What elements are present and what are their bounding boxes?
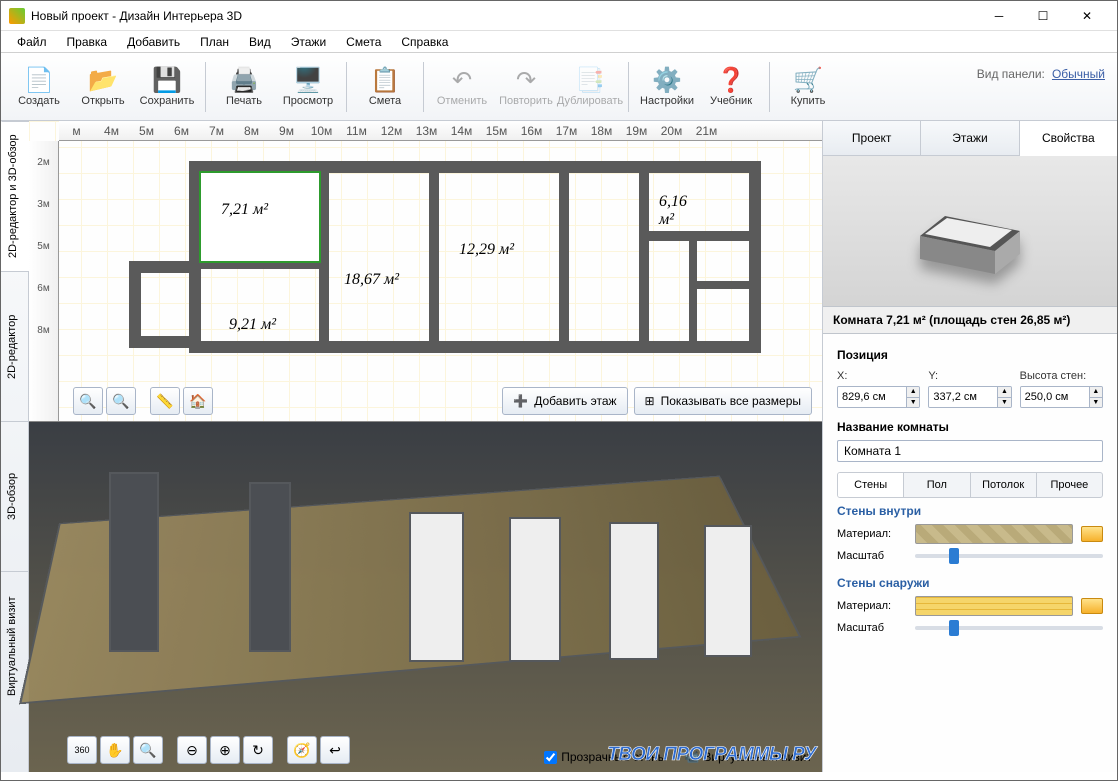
walls-inside-heading: Стены внутри bbox=[837, 504, 1103, 518]
position-heading: Позиция bbox=[837, 348, 1103, 362]
walls-outside-heading: Стены снаружи bbox=[837, 576, 1103, 590]
subtab-Пол[interactable]: Пол bbox=[904, 473, 970, 497]
room-area-1: 7,21 м² bbox=[221, 201, 268, 219]
panel-mode-link[interactable]: Обычный bbox=[1052, 67, 1105, 81]
measure-button[interactable]: 📏 bbox=[150, 387, 180, 415]
menu-Справка[interactable]: Справка bbox=[391, 33, 458, 51]
transparent-walls-checkbox[interactable]: Прозрачные стены bbox=[544, 750, 666, 764]
floorplan[interactable]: 7,21 м² 6,16 м² 12,29 м² 18,67 м² 9,21 м… bbox=[129, 161, 669, 396]
zoom-3d-button[interactable]: 🔍 bbox=[133, 736, 163, 764]
toolbar-Сохранить[interactable]: 💾Сохранить bbox=[135, 57, 199, 117]
ruler-horizontal: м4м5м6м7м8м9м10м11м12м13м14м15м16м17м18м… bbox=[59, 121, 822, 141]
center-area: м4м5м6м7м8м9м10м11м12м13м14м15м16м17м18м… bbox=[29, 121, 822, 772]
scale-outside-slider[interactable] bbox=[915, 626, 1103, 630]
toolbar-Купить[interactable]: 🛒Купить bbox=[776, 57, 840, 117]
room-area-4: 18,67 м² bbox=[344, 271, 399, 289]
dimensions-icon: ⊞ bbox=[645, 394, 655, 408]
zoom-in-3d-button[interactable]: ⊕ bbox=[210, 736, 240, 764]
home-button[interactable]: 🏠 bbox=[183, 387, 213, 415]
toolbar-Настройки[interactable]: ⚙️Настройки bbox=[635, 57, 699, 117]
toolbar-Просмотр[interactable]: 🖥️Просмотр bbox=[276, 57, 340, 117]
menu-Правка[interactable]: Правка bbox=[57, 33, 118, 51]
camera-icon: 📹 bbox=[684, 750, 699, 764]
toolbar-Повторить[interactable]: ↷Повторить bbox=[494, 57, 558, 117]
zoom-out-button[interactable]: 🔍 bbox=[73, 387, 103, 415]
plan-view-2d[interactable]: м4м5м6м7м8м9м10м11м12м13м14м15м16м17м18м… bbox=[29, 121, 822, 421]
menu-Этажи[interactable]: Этажи bbox=[281, 33, 336, 51]
show-dimensions-button[interactable]: ⊞ Показывать все размеры bbox=[634, 387, 812, 415]
menubar: ФайлПравкаДобавитьПланВидЭтажиСметаСправ… bbox=[1, 31, 1117, 53]
browse-material-outside[interactable] bbox=[1081, 598, 1103, 614]
side-tab-1[interactable]: 2D-редактор bbox=[1, 271, 28, 421]
add-floor-button[interactable]: ➕ Добавить этаж bbox=[502, 387, 627, 415]
titlebar: Новый проект - Дизайн Интерьера 3D ─ ☐ ✕ bbox=[1, 1, 1117, 31]
room-preview bbox=[823, 156, 1117, 306]
maximize-button[interactable]: ☐ bbox=[1021, 2, 1065, 30]
tab-Свойства[interactable]: Свойства bbox=[1020, 121, 1117, 156]
subtab-Прочее[interactable]: Прочее bbox=[1037, 473, 1102, 497]
toolbar-Учебник[interactable]: ❓Учебник bbox=[699, 57, 763, 117]
room-area-2: 6,16 м² bbox=[659, 193, 687, 229]
menu-Файл[interactable]: Файл bbox=[7, 33, 57, 51]
tab-Этажи[interactable]: Этажи bbox=[921, 121, 1019, 155]
ruler-vertical: 2м3м5м6м8м bbox=[29, 141, 59, 421]
subtab-Стены[interactable]: Стены bbox=[838, 473, 904, 497]
reset-view-button[interactable]: ↻ bbox=[243, 736, 273, 764]
menu-Вид[interactable]: Вид bbox=[239, 33, 281, 51]
toolbar: 📄Создать📂Открыть💾Сохранить🖨️Печать🖥️Прос… bbox=[1, 53, 1117, 121]
tab-Проект[interactable]: Проект bbox=[823, 121, 921, 155]
menu-План[interactable]: План bbox=[190, 33, 239, 51]
material-subtabs: СтеныПолПотолокПрочее bbox=[837, 472, 1103, 498]
rotate-360-button[interactable]: 360 bbox=[67, 736, 97, 764]
plan-tools-right: ➕ Добавить этаж ⊞ Показывать все размеры bbox=[502, 387, 812, 415]
pan-button[interactable]: ✋ bbox=[100, 736, 130, 764]
toolbar-Печать[interactable]: 🖨️Печать bbox=[212, 57, 276, 117]
view-3d[interactable]: 360 ✋ 🔍 ⊖ ⊕ ↻ 🧭 ↩ Прозрачные стены 📹 Вир… bbox=[29, 421, 822, 772]
wall-height-input[interactable]: ▲▼ bbox=[1020, 386, 1103, 408]
zoom-out-3d-button[interactable]: ⊖ bbox=[177, 736, 207, 764]
side-tab-2[interactable]: 3D-обзор bbox=[1, 421, 28, 571]
compass-button[interactable]: 🧭 bbox=[287, 736, 317, 764]
y-input[interactable]: ▲▼ bbox=[928, 386, 1011, 408]
subtab-Потолок[interactable]: Потолок bbox=[971, 473, 1037, 497]
scale-inside-slider[interactable] bbox=[915, 554, 1103, 558]
virtual-visit-button[interactable]: 📹 Виртуальный визит bbox=[684, 750, 812, 764]
room-area-3: 12,29 м² bbox=[459, 241, 514, 259]
toolbar-Смета[interactable]: 📋Смета bbox=[353, 57, 417, 117]
undo-3d-button[interactable]: ↩ bbox=[320, 736, 350, 764]
close-button[interactable]: ✕ bbox=[1065, 2, 1109, 30]
menu-Смета[interactable]: Смета bbox=[336, 33, 391, 51]
tools-3d-left: 360 ✋ 🔍 ⊖ ⊕ ↻ 🧭 ↩ bbox=[67, 736, 350, 764]
window-title: Новый проект - Дизайн Интерьера 3D bbox=[31, 9, 977, 23]
add-floor-icon: ➕ bbox=[513, 394, 528, 408]
room-name-heading: Название комнаты bbox=[837, 420, 1103, 434]
browse-material-inside[interactable] bbox=[1081, 526, 1103, 542]
toolbar-Создать[interactable]: 📄Создать bbox=[7, 57, 71, 117]
tools-3d-right: Прозрачные стены 📹 Виртуальный визит bbox=[544, 750, 812, 764]
panel-mode: Вид панели: Обычный bbox=[977, 67, 1105, 81]
toolbar-Отменить[interactable]: ↶Отменить bbox=[430, 57, 494, 117]
right-tabs: ПроектЭтажиСвойства bbox=[823, 121, 1117, 156]
menu-Добавить[interactable]: Добавить bbox=[117, 33, 190, 51]
app-icon bbox=[9, 8, 25, 24]
material-inside-swatch[interactable] bbox=[915, 524, 1073, 544]
plan-tools-left: 🔍 🔍 📏 🏠 bbox=[73, 387, 213, 415]
room-title-bar: Комната 7,21 м² (площадь стен 26,85 м²) bbox=[823, 306, 1117, 334]
zoom-in-button[interactable]: 🔍 bbox=[106, 387, 136, 415]
room-name-input[interactable] bbox=[837, 440, 1103, 462]
side-tab-0[interactable]: 2D-редактор и 3D-обзор bbox=[1, 121, 29, 271]
material-outside-swatch[interactable] bbox=[915, 596, 1073, 616]
toolbar-Открыть[interactable]: 📂Открыть bbox=[71, 57, 135, 117]
toolbar-Дублировать[interactable]: 📑Дублировать bbox=[558, 57, 622, 117]
properties-panel: ПроектЭтажиСвойства Комната 7,21 м² (пло… bbox=[822, 121, 1117, 772]
room-area-5: 9,21 м² bbox=[229, 316, 276, 334]
x-input[interactable]: ▲▼ bbox=[837, 386, 920, 408]
minimize-button[interactable]: ─ bbox=[977, 2, 1021, 30]
